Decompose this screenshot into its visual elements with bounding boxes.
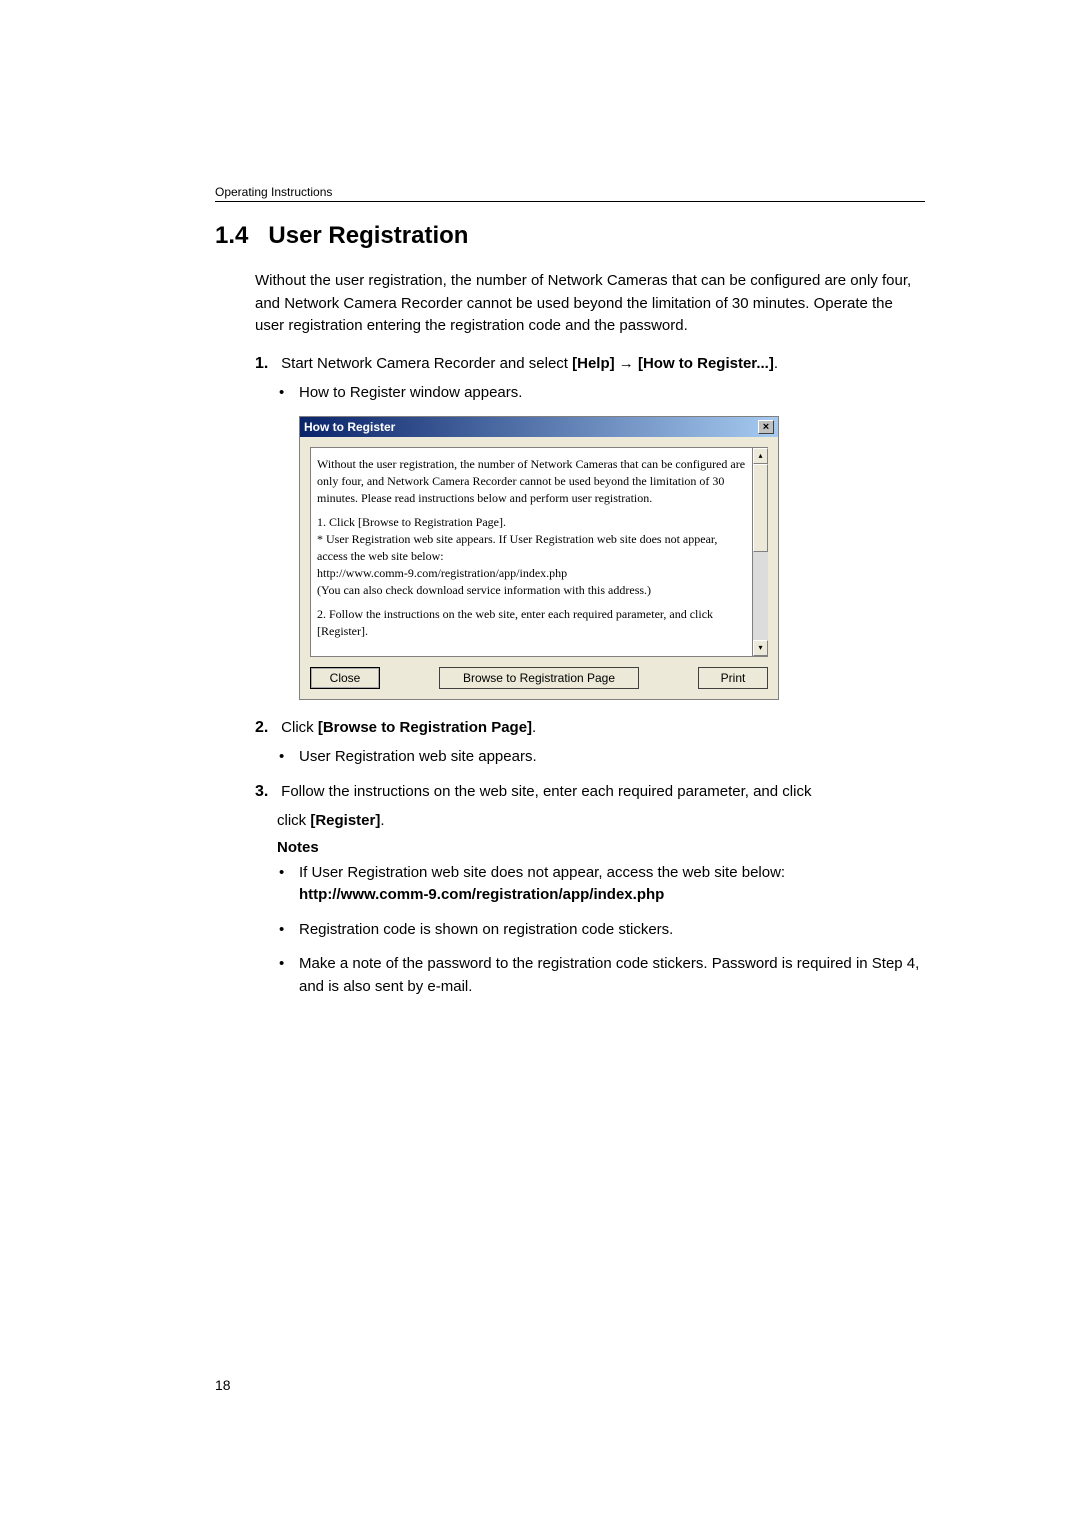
dialog-titlebar: How to Register × bbox=[300, 417, 778, 437]
step-number: 3. bbox=[255, 780, 277, 804]
step-text: Click bbox=[281, 719, 318, 736]
step-3-bullet-2: Registration code is shown on registrati… bbox=[299, 919, 925, 942]
page-number: 18 bbox=[215, 1377, 231, 1393]
dialog-title: How to Register bbox=[304, 420, 395, 434]
dialog-screenshot: How to Register × Without the user regis… bbox=[299, 416, 779, 700]
step-bold: [Register] bbox=[310, 812, 380, 829]
step-tail: . bbox=[774, 355, 778, 372]
step-tail: . bbox=[380, 812, 384, 829]
running-header: Operating Instructions bbox=[215, 185, 925, 199]
arrow-icon: → bbox=[615, 355, 638, 372]
step-1-bullet: How to Register window appears. bbox=[299, 382, 925, 405]
step-number: 1. bbox=[255, 352, 277, 376]
section-name: User Registration bbox=[268, 222, 468, 249]
bullet-text: If User Registration web site does not a… bbox=[299, 864, 785, 881]
scrollbar[interactable]: ▴ ▾ bbox=[752, 448, 768, 656]
dialog-textarea-wrap: Without the user registration, the numbe… bbox=[310, 447, 768, 657]
step-bold: [Help] bbox=[572, 355, 615, 372]
dialog-para1: Without the user registration, the numbe… bbox=[317, 456, 746, 506]
close-button[interactable]: Close bbox=[310, 667, 380, 689]
step-2-bullet: User Registration web site appears. bbox=[299, 746, 925, 769]
step-number: 2. bbox=[255, 716, 277, 740]
intro-paragraph: Without the user registration, the numbe… bbox=[255, 270, 925, 338]
how-to-register-dialog: How to Register × Without the user regis… bbox=[299, 416, 779, 700]
dialog-para3: 2. Follow the instructions on the web si… bbox=[317, 606, 746, 640]
step-bold: [How to Register...] bbox=[638, 355, 774, 372]
step-text: Start Network Camera Recorder and select bbox=[281, 355, 572, 372]
dialog-para2: 1. Click [Browse to Registration Page]. … bbox=[317, 514, 746, 598]
header-divider bbox=[215, 201, 925, 202]
step-1: 1. Start Network Camera Recorder and sel… bbox=[255, 352, 925, 376]
step-3-cont: click [Register]. bbox=[277, 810, 925, 833]
section-number: 1.4 bbox=[215, 222, 248, 249]
close-icon[interactable]: × bbox=[758, 420, 774, 434]
step-3: 3. Follow the instructions on the web si… bbox=[255, 780, 925, 804]
scroll-up-icon[interactable]: ▴ bbox=[753, 448, 768, 464]
scroll-track[interactable] bbox=[753, 464, 768, 640]
scroll-down-icon[interactable]: ▾ bbox=[753, 640, 768, 656]
step-3-bullet-3: Make a note of the password to the regis… bbox=[299, 953, 925, 998]
dialog-textarea: Without the user registration, the numbe… bbox=[311, 448, 752, 656]
bullet-url: http://www.comm-9.com/registration/app/i… bbox=[299, 886, 664, 903]
browse-registration-button[interactable]: Browse to Registration Page bbox=[439, 667, 639, 689]
step-2: 2. Click [Browse to Registration Page]. bbox=[255, 716, 925, 740]
notes-heading: Notes bbox=[277, 839, 925, 856]
step-3-bullet-1: If User Registration web site does not a… bbox=[299, 862, 925, 907]
step-text: Follow the instructions on the web site,… bbox=[281, 783, 811, 800]
scroll-thumb[interactable] bbox=[753, 464, 768, 552]
print-button[interactable]: Print bbox=[698, 667, 768, 689]
dialog-body: Without the user registration, the numbe… bbox=[300, 437, 778, 699]
step-tail: . bbox=[532, 719, 536, 736]
dialog-button-row: Close Browse to Registration Page Print bbox=[310, 657, 768, 689]
step-bold: [Browse to Registration Page] bbox=[318, 719, 532, 736]
section-title: 1.4 User Registration bbox=[215, 222, 925, 250]
